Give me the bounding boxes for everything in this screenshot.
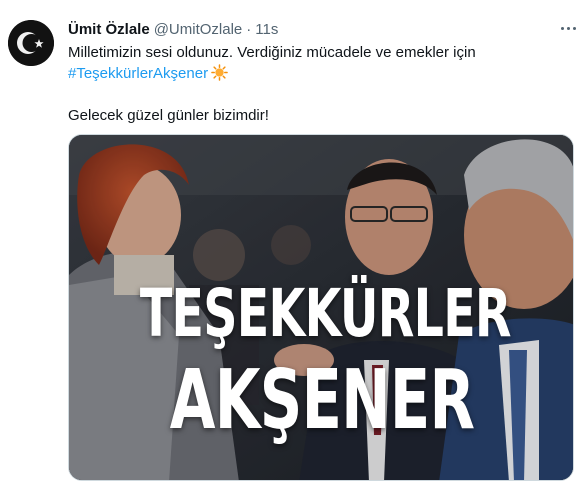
avatar[interactable] <box>8 20 54 66</box>
tweet-text-line-1: Milletimizin sesi oldunuz. Verdiğiniz mü… <box>68 44 476 61</box>
tweet-text-line-2: #TeşekkürlerAkşener <box>68 63 573 84</box>
more-options-dot <box>572 26 576 30</box>
sun-emoji-icon <box>211 64 228 81</box>
separator-dot: · <box>246 20 252 38</box>
text-spacer <box>68 84 573 105</box>
image-overlay-line-2: AKŞENER <box>169 353 475 448</box>
display-name[interactable]: Ümit Özlale <box>68 21 150 38</box>
crescent-star-icon <box>8 20 54 66</box>
tweet-text-line-3: Gelecek güzel günler bizimdir! <box>68 107 269 124</box>
tweet[interactable]: Ümit Özlale @UmitOzlale · 11s Milletimiz… <box>0 0 585 490</box>
tweet-text: Milletimizin sesi oldunuz. Verdiğiniz mü… <box>68 42 573 126</box>
tweet-header: Ümit Özlale @UmitOzlale · 11s <box>68 19 278 39</box>
more-options-button[interactable] <box>556 18 580 38</box>
timestamp[interactable]: 11s <box>255 21 278 38</box>
more-options-dot <box>566 26 570 30</box>
tweet-image[interactable]: TEŞEKKÜRLER AKŞENER <box>68 134 574 481</box>
image-overlay-line-1: TEŞEKKÜRLER <box>139 275 512 352</box>
user-handle[interactable]: @UmitOzlale <box>154 21 243 38</box>
more-options-icon <box>560 26 564 30</box>
hashtag-link[interactable]: #TeşekkürlerAkşener <box>68 65 208 82</box>
